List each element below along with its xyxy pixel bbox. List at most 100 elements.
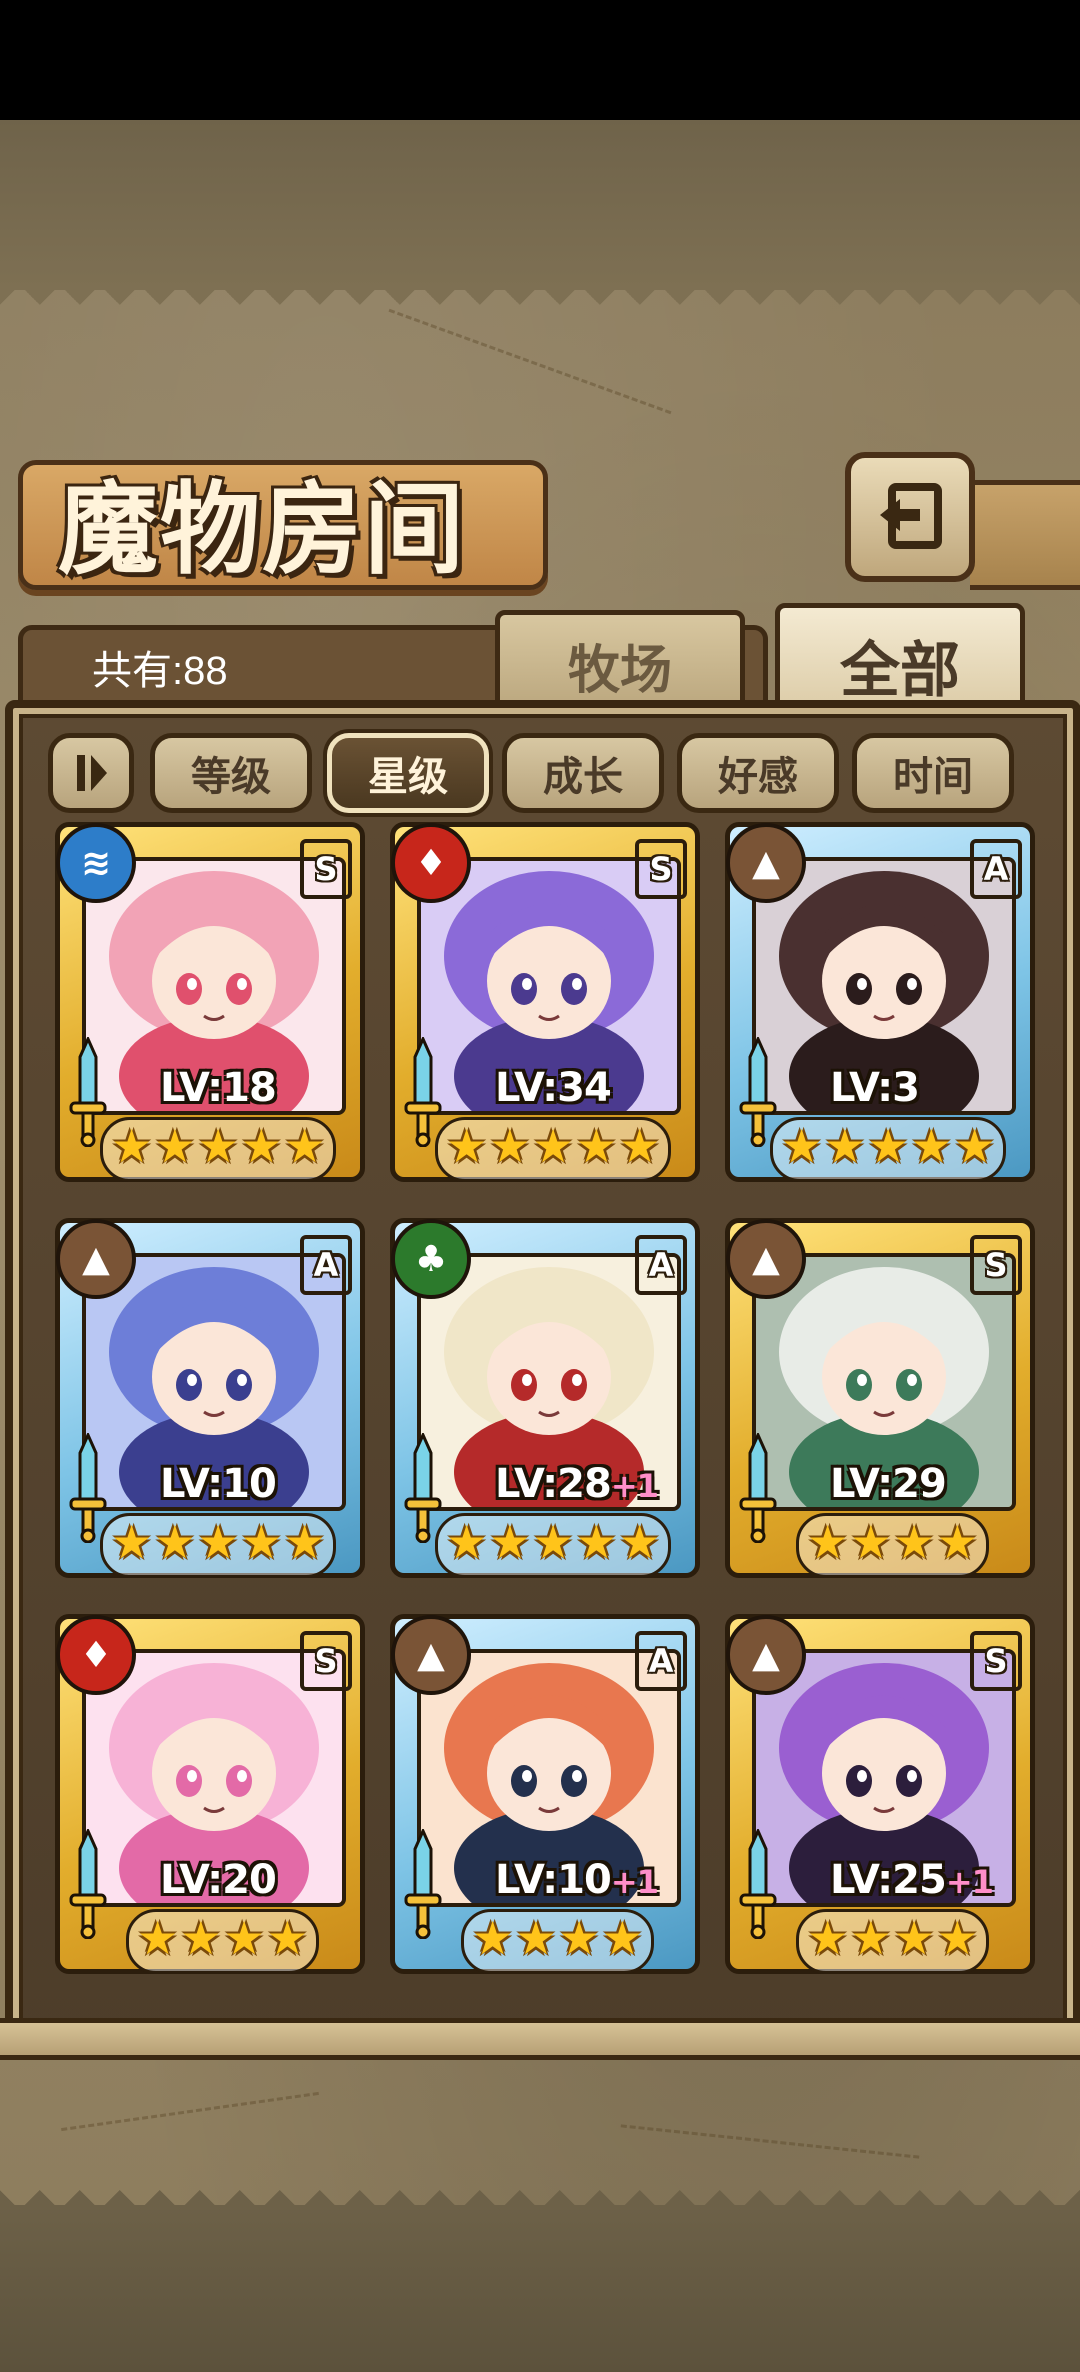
- level-value: LV:20: [160, 1857, 277, 1903]
- monster-level: LV:10+1: [495, 1857, 659, 1903]
- sort-stars-button[interactable]: 星级: [327, 733, 489, 813]
- star-icon: ★: [111, 1515, 153, 1569]
- rank-badge: A: [635, 1235, 687, 1295]
- star-icon: ★: [489, 1515, 531, 1569]
- star-rating: ★ ★ ★ ★ ★: [100, 1117, 337, 1182]
- star-icon: ★: [575, 1515, 617, 1569]
- rank-badge: S: [970, 1235, 1022, 1295]
- star-icon: ★: [197, 1119, 239, 1173]
- star-icon: ★: [850, 1515, 892, 1569]
- level-value: LV:10: [495, 1857, 612, 1903]
- star-rating: ★ ★ ★ ★: [796, 1513, 989, 1578]
- sword-icon: [68, 1035, 108, 1148]
- sword-icon: [68, 1431, 108, 1544]
- star-icon: ★: [893, 1911, 935, 1965]
- level-value: LV:10: [160, 1461, 277, 1507]
- level-value: LV:29: [830, 1461, 947, 1507]
- wind-element-icon: ♣: [391, 1219, 471, 1299]
- star-icon: ★: [781, 1119, 823, 1173]
- star-icon: ★: [446, 1119, 488, 1173]
- star-rating: ★ ★ ★ ★ ★: [770, 1117, 1007, 1182]
- star-icon: ★: [532, 1119, 574, 1173]
- star-icon: ★: [532, 1515, 574, 1569]
- monster-card[interactable]: ▲ A LV:10 ★ ★ ★ ★ ★: [55, 1218, 365, 1578]
- monster-card[interactable]: ▲ S LV:29 ★ ★ ★ ★: [725, 1218, 1035, 1578]
- level-value: LV:3: [830, 1065, 920, 1111]
- monster-card[interactable]: ≋ S LV:18 ★ ★ ★ ★ ★: [55, 822, 365, 1182]
- star-icon: ★: [936, 1911, 978, 1965]
- star-icon: ★: [180, 1911, 222, 1965]
- star-icon: ★: [807, 1911, 849, 1965]
- sort-growth-button[interactable]: 成长: [502, 733, 664, 813]
- star-rating: ★ ★ ★ ★: [126, 1909, 319, 1974]
- sort-affection-button[interactable]: 好感: [677, 733, 839, 813]
- star-icon: ★: [601, 1911, 643, 1965]
- star-rating: ★ ★ ★ ★: [796, 1909, 989, 1974]
- sort-level-button[interactable]: 等级: [150, 733, 312, 813]
- sort-time-button[interactable]: 时间: [852, 733, 1014, 813]
- rank-badge: A: [300, 1235, 352, 1295]
- level-bonus: +1: [610, 1467, 659, 1505]
- monster-card[interactable]: ▲ A LV:3 ★ ★ ★ ★ ★: [725, 822, 1035, 1182]
- star-icon: ★: [266, 1911, 308, 1965]
- back-button-tail: [970, 480, 1080, 590]
- map-top-band: [0, 120, 1080, 290]
- fire-element-icon: ♦: [56, 1615, 136, 1695]
- star-icon: ★: [575, 1119, 617, 1173]
- sort-order-toggle[interactable]: [48, 733, 134, 813]
- map-bottom-band: [0, 2205, 1080, 2372]
- star-icon: ★: [936, 1515, 978, 1569]
- star-icon: ★: [910, 1119, 952, 1173]
- fire-element-icon: ♦: [391, 823, 471, 903]
- earth-element-icon: ▲: [726, 1615, 806, 1695]
- star-icon: ★: [240, 1515, 282, 1569]
- star-icon: ★: [850, 1911, 892, 1965]
- level-bonus: +1: [610, 1863, 659, 1901]
- monster-level: LV:29: [830, 1461, 947, 1507]
- star-rating: ★ ★ ★ ★ ★: [435, 1117, 672, 1182]
- rank-badge: S: [970, 1631, 1022, 1691]
- rank-badge: S: [635, 839, 687, 899]
- sword-icon: [738, 1827, 778, 1940]
- star-icon: ★: [807, 1515, 849, 1569]
- star-icon: ★: [446, 1515, 488, 1569]
- zigzag-edge-top: [0, 285, 1080, 325]
- monster-card[interactable]: ▲ A LV:10+1 ★ ★ ★ ★: [390, 1614, 700, 1974]
- sword-icon: [738, 1431, 778, 1544]
- back-button[interactable]: [845, 452, 975, 582]
- star-icon: ★: [240, 1119, 282, 1173]
- sword-icon: [403, 1035, 443, 1148]
- star-icon: ★: [154, 1119, 196, 1173]
- star-icon: ★: [954, 1119, 996, 1173]
- level-value: LV:34: [495, 1065, 612, 1111]
- monster-level: LV:25+1: [830, 1857, 994, 1903]
- zigzag-edge-bottom: [0, 2170, 1080, 2210]
- level-value: LV:18: [160, 1065, 277, 1111]
- monster-level: LV:10: [160, 1461, 277, 1507]
- star-icon: ★: [472, 1911, 514, 1965]
- monster-card[interactable]: ♦ S LV:20 ★ ★ ★ ★: [55, 1614, 365, 1974]
- earth-element-icon: ▲: [726, 823, 806, 903]
- star-icon: ★: [824, 1119, 866, 1173]
- rank-badge: S: [300, 839, 352, 899]
- monster-card[interactable]: ♦ S LV:34 ★ ★ ★ ★ ★: [390, 822, 700, 1182]
- star-icon: ★: [893, 1515, 935, 1569]
- star-rating: ★ ★ ★ ★ ★: [100, 1513, 337, 1578]
- monster-level: LV:34: [495, 1065, 612, 1111]
- monster-level: LV:20: [160, 1857, 277, 1903]
- level-value: LV:25: [830, 1857, 947, 1903]
- star-icon: ★: [111, 1119, 153, 1173]
- monster-card[interactable]: ▲ S LV:25+1 ★ ★ ★ ★: [725, 1614, 1035, 1974]
- sword-icon: [403, 1827, 443, 1940]
- rank-badge: A: [970, 839, 1022, 899]
- star-icon: ★: [154, 1515, 196, 1569]
- page-title: 魔物房间: [58, 470, 466, 588]
- monster-level: LV:3: [830, 1065, 920, 1111]
- water-element-icon: ≋: [56, 823, 136, 903]
- star-icon: ★: [197, 1515, 239, 1569]
- monster-card[interactable]: ♣ A LV:28+1 ★ ★ ★ ★ ★: [390, 1218, 700, 1578]
- star-icon: ★: [867, 1119, 909, 1173]
- level-bonus: +1: [945, 1863, 994, 1901]
- rank-badge: S: [300, 1631, 352, 1691]
- monster-count: 共有:88: [92, 649, 228, 693]
